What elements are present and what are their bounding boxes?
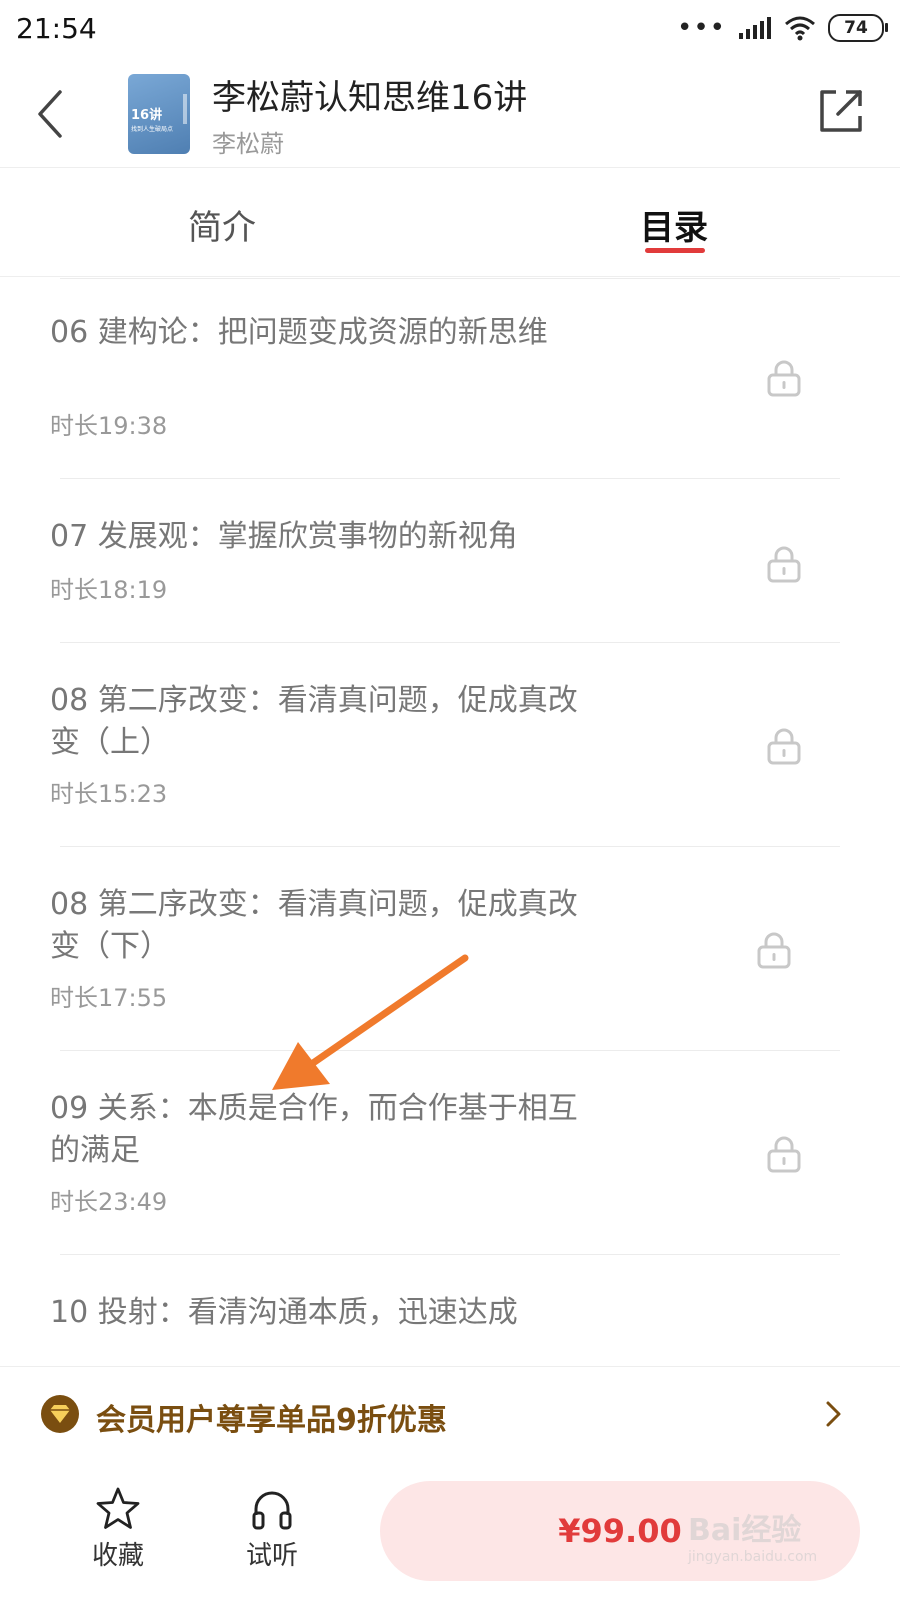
active-tab-indicator <box>645 248 705 253</box>
book-cover[interactable]: 16讲 找到人生破局点 <box>128 74 190 154</box>
book-author: 李松蔚 <box>212 130 284 158</box>
signal-icon <box>739 17 771 39</box>
back-icon[interactable] <box>30 84 74 144</box>
lesson-row[interactable]: 07 发展观：掌握欣赏事物的新视角 时长18:19 <box>0 478 900 642</box>
tab-contents[interactable]: 目录 <box>640 200 708 249</box>
lock-icon <box>767 728 801 765</box>
favorite-button[interactable]: 收藏 <box>68 1485 168 1572</box>
lock-icon <box>757 932 791 969</box>
trial-listen-label: 试听 <box>245 1541 298 1571</box>
member-discount-text: 会员用户尊享单品9折优惠 <box>96 1403 447 1438</box>
cover-subtitle-text: 找到人生破局点 <box>131 126 174 133</box>
lesson-row[interactable]: 06 建构论：把问题变成资源的新思维 时长19:38 <box>0 278 900 478</box>
more-dots-icon: ••• <box>676 13 726 43</box>
headphones-icon <box>252 1491 292 1530</box>
watermark-url-text: jingyan.baidu.com <box>688 1549 818 1565</box>
lesson-title: 07 发展观：掌握欣赏事物的新视角 <box>50 519 518 554</box>
lesson-duration: 时长17:55 <box>50 984 168 1012</box>
battery-level: 74 <box>844 18 868 38</box>
chevron-right-icon <box>826 1401 841 1427</box>
status-time: 21:54 <box>16 12 97 45</box>
vip-diamond-icon <box>41 1395 79 1433</box>
trial-listen-button[interactable]: 试听 <box>222 1485 322 1572</box>
lesson-title: 06 建构论：把问题变成资源的新思维 <box>50 315 548 350</box>
star-icon <box>96 1487 140 1529</box>
book-header: 16讲 找到人生破局点 李松蔚认知思维16讲 李松蔚 <box>0 62 900 168</box>
watermark-main-text: Bai经验 <box>688 1513 802 1548</box>
status-bar: 21:54 ••• 74 <box>0 0 900 62</box>
battery-icon: 74 <box>828 14 888 42</box>
lesson-title: 09 关系：本质是合作，而合作基于相互的满足 <box>50 1091 578 1168</box>
lesson-duration: 时长19:38 <box>50 412 168 440</box>
lesson-duration: 时长15:23 <box>50 780 168 808</box>
tab-bar: 简介 目录 <box>0 168 900 277</box>
tab-intro[interactable]: 简介 <box>188 200 256 249</box>
lesson-title: 10 投射：看清沟通本质，迅速达成 <box>50 1295 518 1330</box>
baidu-watermark: Bai经验 jingyan.baidu.com <box>688 1505 817 1565</box>
lesson-row[interactable]: 10 投射：看清沟通本质，迅速达成 <box>0 1254 900 1366</box>
annotation-arrow-icon <box>272 954 469 1090</box>
lesson-duration: 时长23:49 <box>50 1188 168 1216</box>
wifi-icon <box>785 16 815 41</box>
lesson-title: 08 第二序改变：看清真问题，促成真改变（上） <box>50 683 578 760</box>
status-icons: ••• 74 <box>676 13 888 43</box>
price-label: ¥99.00 <box>558 1512 682 1550</box>
lock-icon <box>767 1136 801 1173</box>
lesson-list[interactable]: 06 建构论：把问题变成资源的新思维 时长19:38 07 发展观：掌握欣赏事物… <box>0 278 900 1366</box>
book-title: 李松蔚认知思维16讲 <box>212 78 528 118</box>
lock-icon <box>767 546 801 583</box>
share-icon[interactable] <box>816 86 866 136</box>
lesson-row[interactable]: 08 第二序改变：看清真问题，促成真改变（上） 时长15:23 <box>0 642 900 846</box>
lock-icon <box>767 360 801 397</box>
lesson-duration: 时长18:19 <box>50 576 168 604</box>
favorite-label: 收藏 <box>91 1541 144 1571</box>
cover-title-text: 16讲 <box>131 108 163 123</box>
cover-decoration <box>183 94 187 124</box>
member-discount-banner[interactable]: 会员用户尊享单品9折优惠 <box>0 1366 900 1462</box>
